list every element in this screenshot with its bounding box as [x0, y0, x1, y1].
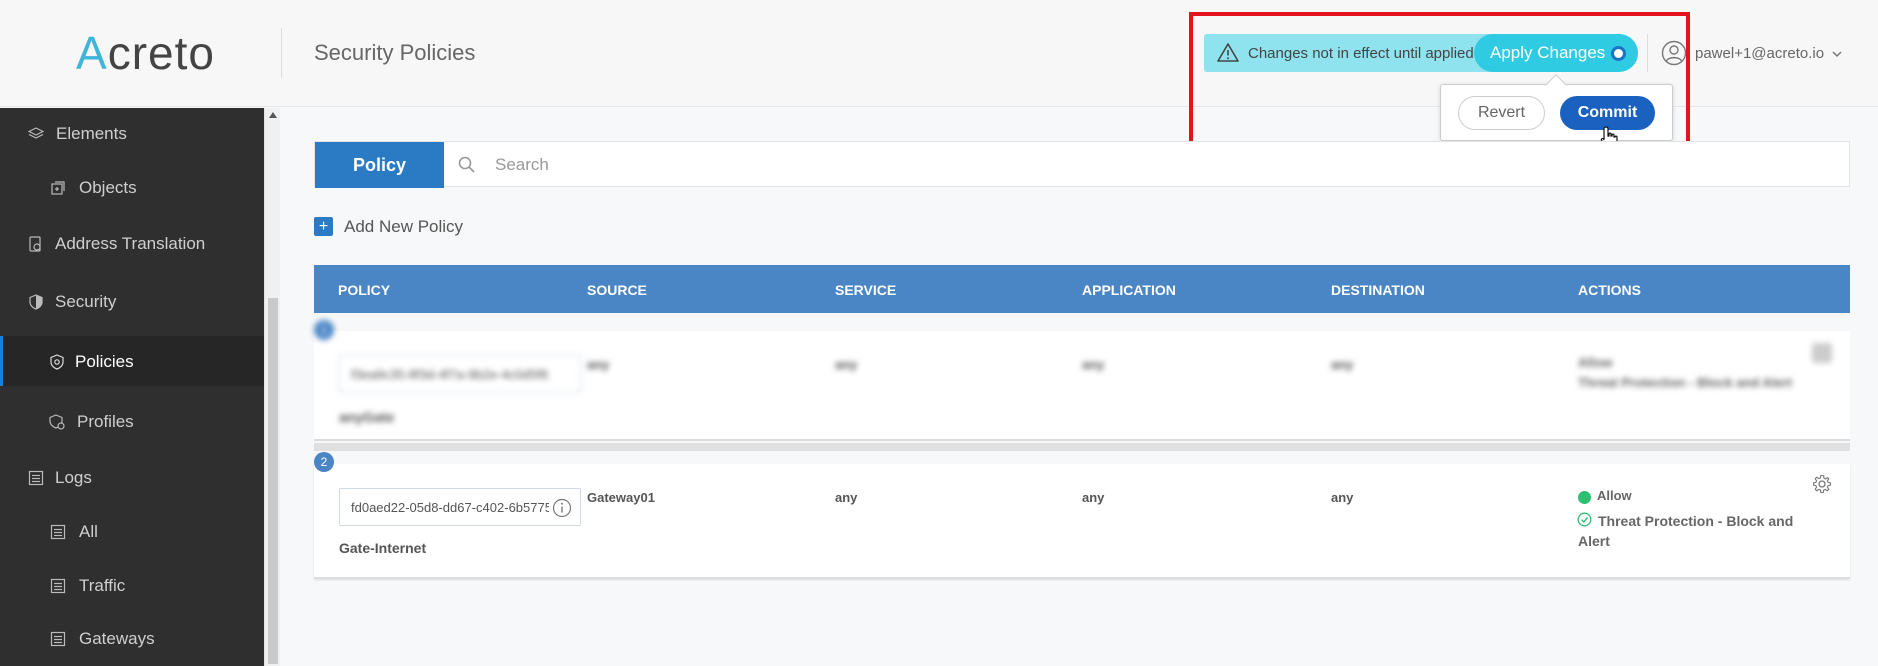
plus-icon: +: [314, 217, 333, 236]
sidebar-item-label: Gateways: [79, 629, 155, 648]
profile-shield-icon: [49, 414, 65, 430]
objects-icon: [51, 181, 65, 195]
policy-table-header: POLICY SOURCE SERVICE APPLICATION DESTIN…: [314, 265, 1850, 313]
list-icon: [50, 524, 66, 540]
list-icon: [28, 470, 44, 486]
sidebar-item-label: All: [79, 522, 98, 541]
sidebar-item-label: Address Translation: [55, 234, 206, 253]
sidebar-item-all[interactable]: All: [0, 506, 264, 556]
user-email: pawel+1@acreto.io: [1695, 45, 1825, 62]
service-value: any: [835, 490, 858, 505]
table-row[interactable]: 2 fd0aed22-05d8-dd67-c402-6b57758 Gate-I…: [314, 452, 1850, 579]
column-header-service[interactable]: SERVICE: [835, 282, 896, 298]
policy-id-field[interactable]: fd0aed22-05d8-dd67-c402-6b57758: [339, 488, 581, 526]
allow-check-icon: [1578, 491, 1591, 504]
row-number-badge: 2: [314, 452, 334, 472]
list-icon: [50, 631, 66, 647]
application-value: any: [1082, 357, 1105, 372]
gear-icon[interactable]: [1812, 343, 1832, 363]
action-threat-protection: Threat Protection - Block and Alert: [1578, 375, 1793, 390]
page-title: Security Policies: [314, 40, 476, 65]
info-icon[interactable]: [552, 498, 572, 518]
column-header-source[interactable]: SOURCE: [587, 282, 647, 298]
action-list: Allow Threat Protection - Block and Aler…: [1578, 355, 1798, 390]
sidebar-scrollbar[interactable]: [264, 108, 280, 666]
list-icon: [50, 578, 66, 594]
policy-id-value: fd0aed22-05d8-dd67-c402-6b57758: [351, 500, 549, 515]
destination-value: any: [1331, 357, 1354, 372]
table-row[interactable]: 1 f3ea9c35-8f3d-4f7a-9b2e-4c0d5f82a1b7 a…: [314, 320, 1850, 441]
sidebar-item-label: Profiles: [77, 412, 134, 431]
add-new-policy-label: Add New Policy: [344, 217, 464, 236]
action-threat-protection: Threat Protection - Block and Alert: [1578, 513, 1794, 549]
destination-value: any: [1331, 490, 1354, 505]
sidebar-item-traffic[interactable]: Traffic: [0, 560, 264, 610]
sidebar-item-policies[interactable]: Policies: [0, 336, 264, 386]
policy-name: Gate-Internet: [339, 540, 427, 556]
scroll-up-arrow-icon[interactable]: [269, 112, 277, 118]
acreto-logo[interactable]: Acreto: [76, 26, 215, 80]
policy-id-field[interactable]: f3ea9c35-8f3d-4f7a-9b2e-4c0d5f82a1b7: [339, 355, 581, 393]
sidebar-item-label: Logs: [55, 468, 92, 487]
service-value: any: [835, 357, 858, 372]
policy-search-bar: Policy: [314, 141, 1850, 188]
sidebar-item-label: Elements: [56, 124, 127, 143]
policy-id-value: f3ea9c35-8f3d-4f7a-9b2e-4c0d5f82a1b7: [351, 367, 549, 382]
policy-name: anyGate: [339, 409, 395, 425]
action-allow: Allow: [1597, 488, 1632, 503]
sidebar-item-profiles[interactable]: Profiles: [0, 396, 264, 446]
sidebar: Elements Objects Address Translation Sec…: [0, 108, 264, 666]
sidebar-item-gateways[interactable]: Gateways: [0, 613, 264, 663]
header-divider: [281, 28, 282, 78]
row-divider: [314, 443, 1850, 451]
search-input[interactable]: [495, 150, 1835, 180]
column-header-actions[interactable]: ACTIONS: [1578, 282, 1641, 298]
scrollbar-thumb[interactable]: [268, 298, 278, 664]
sidebar-item-elements[interactable]: Elements: [0, 108, 264, 158]
search-icon: [458, 156, 475, 173]
row-number-badge: 1: [314, 320, 334, 340]
sidebar-item-label: Security: [55, 292, 117, 311]
chevron-down-icon: [1832, 51, 1842, 58]
source-value: Gateway01: [587, 490, 655, 505]
column-header-application[interactable]: APPLICATION: [1082, 282, 1176, 298]
source-value: any: [587, 357, 610, 372]
sidebar-item-objects[interactable]: Objects: [0, 162, 264, 212]
gear-icon[interactable]: [1812, 474, 1832, 494]
annotation-highlight-box: [1189, 12, 1690, 160]
sidebar-item-label: Objects: [79, 178, 137, 197]
sidebar-item-label: Traffic: [79, 576, 126, 595]
shield-icon: [29, 294, 43, 310]
action-allow: Allow: [1578, 355, 1613, 370]
logo-mark: A: [76, 27, 108, 79]
tab-policy[interactable]: Policy: [315, 142, 444, 188]
translation-icon: [29, 236, 41, 252]
column-header-destination[interactable]: DESTINATION: [1331, 282, 1425, 298]
column-header-policy[interactable]: POLICY: [338, 282, 390, 298]
sidebar-item-logs[interactable]: Logs: [0, 452, 264, 502]
sidebar-item-address-translation[interactable]: Address Translation: [0, 218, 264, 268]
application-value: any: [1082, 490, 1105, 505]
layers-icon: [28, 127, 44, 139]
sidebar-item-label: Policies: [75, 352, 134, 371]
sidebar-item-security[interactable]: Security: [0, 276, 264, 326]
policy-shield-icon: [50, 354, 64, 370]
